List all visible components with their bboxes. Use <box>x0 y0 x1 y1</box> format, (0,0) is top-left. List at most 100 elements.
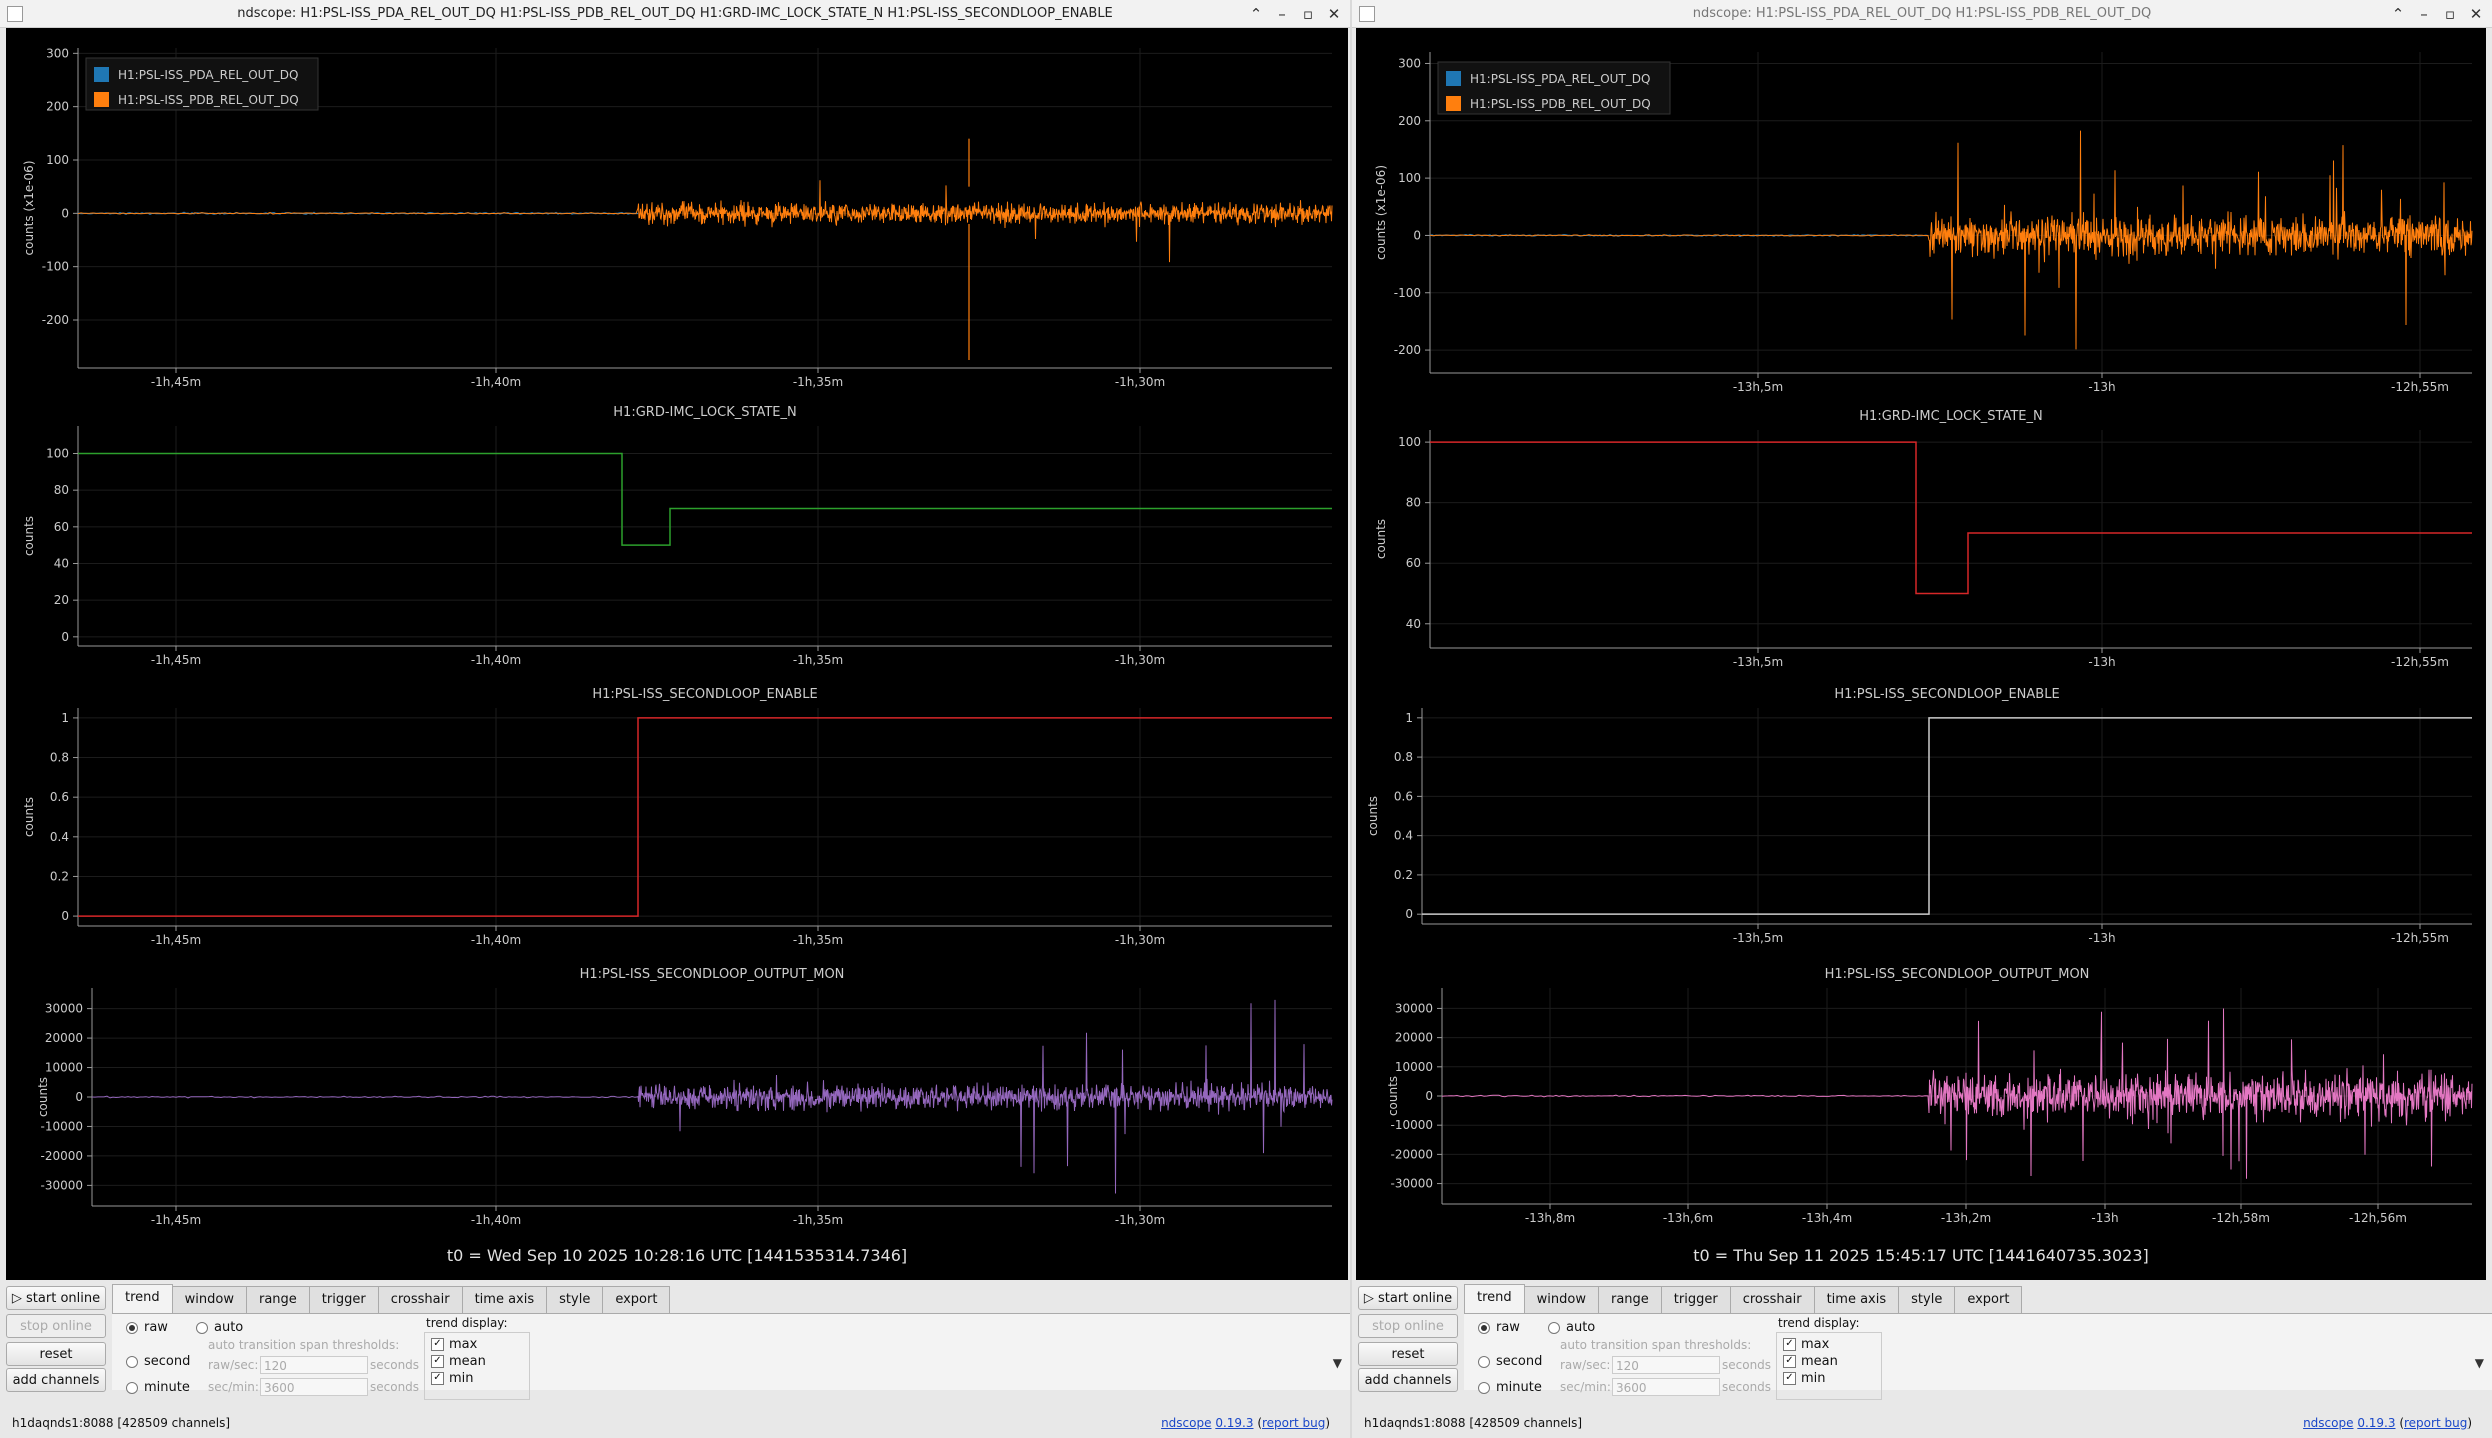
tab-window[interactable]: window <box>171 1286 247 1313</box>
raw-sec-field[interactable]: 120 <box>1612 1356 1720 1374</box>
close-icon[interactable]: ✕ <box>1326 5 1342 23</box>
tab-crosshair[interactable]: crosshair <box>1729 1286 1815 1313</box>
y-axis-label: counts <box>1374 519 1388 559</box>
mode-minute-radio[interactable]: minute <box>126 1380 190 1395</box>
ndscope-link[interactable]: ndscope <box>1161 1416 1211 1430</box>
legend-swatch <box>94 92 109 107</box>
output-mon-trace <box>1441 1008 2473 1179</box>
plot-canvas[interactable]: 300 200 100 0 -100 -200 -13h,5m -13h -12h,55m cou… <box>1356 28 2486 1280</box>
version-link[interactable]: 0.19.3 <box>1215 1416 1253 1430</box>
chevron-down-icon[interactable]: ▼ <box>1333 1356 1342 1370</box>
mode-minute-radio[interactable]: minute <box>1478 1380 1542 1395</box>
sec-min-label: sec/min: <box>1560 1380 1611 1394</box>
ndscope-link[interactable]: ndscope <box>2303 1416 2353 1430</box>
add-channels-button[interactable]: add channels <box>1358 1368 1458 1392</box>
tab-style[interactable]: style <box>546 1286 604 1313</box>
report-bug-link[interactable]: report bug <box>1262 1416 1325 1430</box>
chevron-down-icon[interactable]: ▼ <box>2475 1356 2484 1370</box>
legend-label: H1:PSL-ISS_PDA_REL_OUT_DQ <box>1470 72 1650 86</box>
tab-trend[interactable]: trend <box>1464 1284 1525 1313</box>
tab-trigger[interactable]: trigger <box>308 1286 379 1313</box>
maximize-icon[interactable]: ▫ <box>1300 5 1316 23</box>
control-panel: ▷ start online stop online reset add channe… <box>1352 1282 2492 1438</box>
raw-sec-field[interactable]: 120 <box>260 1356 368 1374</box>
tab-time-axis[interactable]: time axis <box>461 1286 548 1313</box>
mode-second-radio[interactable]: second <box>126 1354 190 1369</box>
stop-online-button[interactable]: stop online <box>6 1314 106 1338</box>
plot-panel: H1:PSL-ISS_SECONDLOOP_OUTPUT_MON 30000 200… <box>36 967 1333 1227</box>
legend: H1:PSL-ISS_PDA_REL_OUT_DQ H1:PSL-ISS_PDB_… <box>85 57 319 111</box>
plot-title: H1:PSL-ISS_SECONDLOOP_OUTPUT_MON <box>1825 967 2090 982</box>
minimize-icon[interactable]: – <box>1274 5 1290 23</box>
step-trace <box>1422 717 2472 915</box>
sec-min-field[interactable]: 3600 <box>260 1378 368 1396</box>
mode-raw-radio[interactable]: raw <box>126 1320 168 1335</box>
x-tick-label: -13h <box>2091 1211 2118 1225</box>
window-titlebar[interactable]: ndscope: H1:PSL-ISS_PDA_REL_OUT_DQ H1:PS… <box>1352 0 2492 28</box>
trend-mean-checkbox[interactable]: ✓ mean <box>431 1354 486 1369</box>
x-tick-label: -1h,30m <box>1115 375 1165 389</box>
start-online-button[interactable]: ▷ start online <box>6 1286 106 1310</box>
tab-trigger[interactable]: trigger <box>1660 1286 1731 1313</box>
tab-window[interactable]: window <box>1523 1286 1599 1313</box>
tab-time-axis[interactable]: time axis <box>1813 1286 1900 1313</box>
close-icon[interactable]: ✕ <box>2468 5 2484 23</box>
plot-area[interactable]: 3002001000-100-200-13h,5m -13h -12h,55mcou… <box>1356 28 2486 1280</box>
y-tick-label: -10000 <box>1390 1118 1433 1132</box>
reset-button[interactable]: reset <box>6 1342 106 1366</box>
check-icon: ✓ <box>1783 1338 1796 1351</box>
y-tick-label: 100 <box>1398 171 1421 185</box>
y-tick-label: 0.8 <box>50 751 69 765</box>
mode-raw-radio[interactable]: raw <box>1478 1320 1520 1335</box>
trend-display-box: ✓ max ✓ mean ✓ min <box>424 1332 530 1400</box>
sec-min-field[interactable]: 3600 <box>1612 1378 1720 1396</box>
x-tick-label: -1h,40m <box>471 653 521 667</box>
y-tick-label: -30000 <box>1390 1177 1433 1191</box>
report-bug-link[interactable]: report bug <box>2404 1416 2467 1430</box>
trend-mean-checkbox[interactable]: ✓ mean <box>1783 1354 1838 1369</box>
trend-min-checkbox[interactable]: ✓ min <box>431 1371 474 1386</box>
reset-button[interactable]: reset <box>1358 1342 1458 1366</box>
window-titlebar[interactable]: ndscope: H1:PSL-ISS_PDA_REL_OUT_DQ H1:PS… <box>0 0 1350 28</box>
minimize-icon[interactable]: – <box>2416 5 2432 23</box>
play-icon: ▷ <box>11 1291 27 1306</box>
plot-title: H1:GRD-IMC_LOCK_STATE_N <box>1859 409 2042 424</box>
restore-icon[interactable]: ⌃ <box>2390 5 2406 23</box>
plot-canvas[interactable]: 300 200 100 0 -100 -200 -1h,45m -1h,40m -1h,35m -… <box>6 28 1348 1280</box>
check-icon: ✓ <box>1783 1355 1796 1368</box>
add-channels-button[interactable]: add channels <box>6 1368 106 1392</box>
start-online-button[interactable]: ▷ start online <box>1358 1286 1458 1310</box>
version-info: ndscope 0.19.3 (report bug) <box>1161 1416 1330 1430</box>
mode-second-radio[interactable]: second <box>1478 1354 1542 1369</box>
maximize-icon[interactable]: ▫ <box>2442 5 2458 23</box>
tab-range[interactable]: range <box>245 1286 310 1313</box>
y-tick-label: 20000 <box>1395 1031 1433 1045</box>
tab-range[interactable]: range <box>1597 1286 1662 1313</box>
y-tick-label: -10000 <box>40 1119 83 1133</box>
stop-online-button[interactable]: stop online <box>1358 1314 1458 1338</box>
mode-auto-radio[interactable]: auto <box>1548 1320 1595 1335</box>
y-tick-label: 0.6 <box>50 790 69 804</box>
x-tick-label: -1h,45m <box>151 933 201 947</box>
y-tick-label: 1 <box>1405 711 1413 725</box>
trend-min-checkbox[interactable]: ✓ min <box>1783 1371 1826 1386</box>
legend-label: H1:PSL-ISS_PDA_REL_OUT_DQ <box>118 68 298 82</box>
restore-icon[interactable]: ⌃ <box>1248 5 1264 23</box>
radio-selected-icon <box>1478 1321 1490 1334</box>
y-tick-label: 0 <box>61 206 69 220</box>
y-tick-label: 200 <box>46 100 69 114</box>
trend-max-checkbox[interactable]: ✓ max <box>431 1337 477 1352</box>
tab-export[interactable]: export <box>1954 1286 2023 1313</box>
mode-auto-radio[interactable]: auto <box>196 1320 243 1335</box>
version-link[interactable]: 0.19.3 <box>2357 1416 2395 1430</box>
plot-area[interactable]: 3002001000-100-200-1h,45m -1h,40m -1h,35m -… <box>6 28 1348 1280</box>
tab-crosshair[interactable]: crosshair <box>377 1286 463 1313</box>
trend-max-checkbox[interactable]: ✓ max <box>1783 1337 1829 1352</box>
legend: H1:PSL-ISS_PDA_REL_OUT_DQ H1:PSL-ISS_PDB_… <box>1437 61 1671 115</box>
plot-title: H1:GRD-IMC_LOCK_STATE_N <box>613 405 796 420</box>
tab-trend[interactable]: trend <box>112 1284 173 1313</box>
tab-export[interactable]: export <box>602 1286 671 1313</box>
y-tick-label: 30000 <box>45 1002 83 1016</box>
tab-style[interactable]: style <box>1898 1286 1956 1313</box>
y-tick-label: 0.8 <box>1394 750 1413 764</box>
